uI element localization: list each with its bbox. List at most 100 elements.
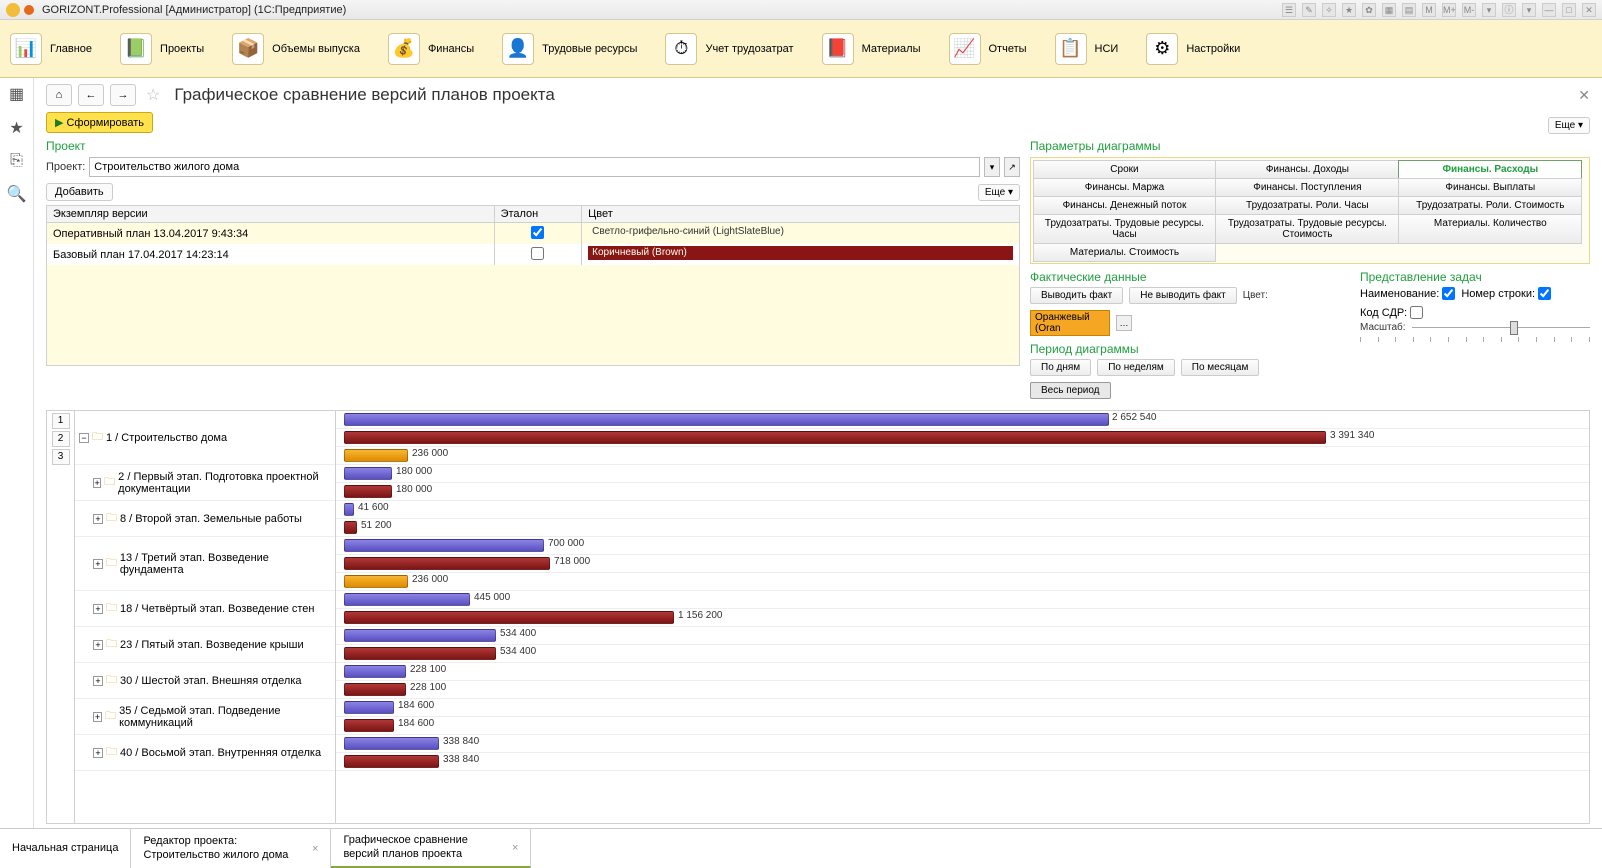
param-button[interactable]: Финансы. Доходы	[1215, 160, 1399, 179]
level-button[interactable]: 3	[52, 449, 70, 465]
expand-icon[interactable]: +	[93, 478, 101, 488]
toolbar-icon[interactable]: M+	[1442, 3, 1456, 17]
expand-icon[interactable]: +	[93, 514, 103, 524]
param-button[interactable]: Финансы. Выплаты	[1398, 178, 1582, 197]
repr-name-checkbox[interactable]	[1442, 287, 1455, 300]
task-row[interactable]: +🗀8 / Второй этап. Земельные работы	[75, 501, 335, 537]
show-fact-button[interactable]: Выводить факт	[1030, 287, 1123, 304]
toolbar-icon[interactable]: ▾	[1482, 3, 1496, 17]
repr-rownum-field[interactable]: Номер строки:	[1461, 287, 1551, 300]
ribbon-item[interactable]: 📋НСИ	[1055, 33, 1119, 65]
repr-rownum-checkbox[interactable]	[1538, 287, 1551, 300]
fact-color-value[interactable]: Оранжевый (Oran	[1030, 310, 1110, 336]
dropdown-icon[interactable]	[24, 5, 34, 15]
version-cell[interactable]: Базовый план 17.04.2017 14:23:14	[47, 244, 495, 265]
toolbar-icon[interactable]: ▦	[1382, 3, 1396, 17]
level-button[interactable]: 2	[52, 431, 70, 447]
task-row[interactable]: +🗀18 / Четвёртый этап. Возведение стен	[75, 591, 335, 627]
ribbon-item[interactable]: 📊Главное	[10, 33, 92, 65]
expand-icon[interactable]: +	[93, 748, 103, 758]
repr-code-field[interactable]: Код СДР:	[1360, 306, 1423, 319]
task-row[interactable]: +🗀35 / Седьмой этап. Подведение коммуник…	[75, 699, 335, 735]
task-row[interactable]: +🗀2 / Первый этап. Подготовка проектной …	[75, 465, 335, 501]
maximize-button[interactable]: □	[1562, 3, 1576, 17]
project-open-button[interactable]: ↗	[1004, 157, 1020, 177]
param-button[interactable]: Финансы. Поступления	[1215, 178, 1399, 197]
home-button[interactable]: ⌂	[46, 84, 72, 106]
task-row[interactable]: −🗀1 / Строительство дома	[75, 411, 335, 465]
param-button[interactable]: Трудозатраты. Трудовые ресурсы. Стоимост…	[1215, 214, 1399, 244]
ribbon-item[interactable]: 👤Трудовые ресурсы	[502, 33, 637, 65]
search-icon[interactable]: 🔍	[7, 184, 27, 204]
param-button[interactable]: Финансы. Денежный поток	[1033, 196, 1217, 215]
param-button[interactable]: Трудозатраты. Роли. Часы	[1215, 196, 1399, 215]
toolbar-icon[interactable]: ✿	[1362, 3, 1376, 17]
ribbon-item[interactable]: ⏱Учет трудозатрат	[665, 33, 793, 65]
task-row[interactable]: +🗀13 / Третий этап. Возведение фундамент…	[75, 537, 335, 591]
grid-icon[interactable]: ▦	[9, 84, 24, 104]
ribbon-item[interactable]: 📈Отчеты	[949, 33, 1027, 65]
expand-icon[interactable]: +	[93, 604, 103, 614]
toolbar-icon[interactable]: ✧	[1322, 3, 1336, 17]
ribbon-item[interactable]: 📦Объемы выпуска	[232, 33, 360, 65]
add-button[interactable]: Добавить	[46, 183, 113, 201]
col-color[interactable]: Цвет	[582, 206, 1020, 223]
expand-icon[interactable]: +	[93, 712, 102, 722]
toolbar-icon[interactable]: ▤	[1402, 3, 1416, 17]
minimize-button[interactable]: —	[1542, 3, 1556, 17]
toolbar-icon[interactable]: ✎	[1302, 3, 1316, 17]
forward-button[interactable]: →	[110, 84, 136, 106]
task-row[interactable]: +🗀30 / Шестой этап. Внешняя отделка	[75, 663, 335, 699]
clipboard-icon[interactable]: ⎘	[10, 152, 23, 170]
ribbon-item[interactable]: 💰Финансы	[388, 33, 474, 65]
repr-code-checkbox[interactable]	[1410, 306, 1423, 319]
bottom-tab[interactable]: Графическое сравнение версий планов прое…	[331, 829, 531, 868]
expand-icon[interactable]: +	[93, 676, 103, 686]
project-input[interactable]	[89, 157, 980, 177]
generate-button[interactable]: ▶ Сформировать	[46, 112, 153, 133]
close-page-button[interactable]: ✕	[1578, 87, 1590, 104]
param-button[interactable]: Материалы. Стоимость	[1033, 243, 1217, 262]
info-icon[interactable]: ⓘ	[1502, 3, 1516, 17]
task-row[interactable]: +🗀40 / Восьмой этап. Внутренняя отделка	[75, 735, 335, 771]
tab-close-icon[interactable]: ×	[312, 843, 318, 855]
period-button[interactable]: По месяцам	[1181, 359, 1260, 376]
period-button[interactable]: По неделям	[1097, 359, 1175, 376]
param-button[interactable]: Трудозатраты. Трудовые ресурсы. Часы	[1033, 214, 1217, 244]
more-button-top[interactable]: Еще ▾	[1548, 117, 1590, 134]
toolbar-icon[interactable]: ★	[1342, 3, 1356, 17]
col-etalon[interactable]: Эталон	[494, 206, 582, 223]
star-icon[interactable]: ★	[9, 118, 23, 138]
color-cell[interactable]: Светло-грифельно-синий (LightSlateBlue)	[582, 223, 1020, 245]
close-button[interactable]: ✕	[1582, 3, 1596, 17]
back-button[interactable]: ←	[78, 84, 104, 106]
etalon-checkbox[interactable]	[531, 247, 544, 260]
favorite-star-icon[interactable]: ☆	[146, 85, 160, 105]
version-cell[interactable]: Оперативный план 13.04.2017 9:43:34	[47, 223, 495, 245]
color-cell[interactable]: Коричневый (Brown)	[582, 244, 1020, 265]
expand-icon[interactable]: +	[93, 559, 103, 569]
period-button[interactable]: Весь период	[1030, 382, 1111, 399]
toolbar-icon[interactable]: ☰	[1282, 3, 1296, 17]
ribbon-item[interactable]: 📗Проекты	[120, 33, 204, 65]
level-button[interactable]: 1	[52, 413, 70, 429]
param-button[interactable]: Сроки	[1033, 160, 1217, 179]
toolbar-icon[interactable]: ▾	[1522, 3, 1536, 17]
project-dropdown-button[interactable]: ▾	[984, 157, 1000, 177]
scale-slider[interactable]	[1412, 323, 1590, 333]
fact-color-picker-button[interactable]: …	[1116, 315, 1132, 331]
param-button[interactable]: Трудозатраты. Роли. Стоимость	[1398, 196, 1582, 215]
repr-name-field[interactable]: Наименование:	[1360, 287, 1455, 300]
bottom-tab[interactable]: Начальная страница	[0, 829, 131, 868]
expand-icon[interactable]: +	[93, 640, 103, 650]
period-button[interactable]: По дням	[1030, 359, 1091, 376]
toolbar-icon[interactable]: M	[1422, 3, 1436, 17]
expand-icon[interactable]: −	[79, 433, 89, 443]
param-button[interactable]: Финансы. Расходы	[1398, 160, 1582, 179]
more-button-versions[interactable]: Еще ▾	[978, 184, 1020, 201]
ribbon-item[interactable]: 📕Материалы	[822, 33, 921, 65]
task-row[interactable]: +🗀23 / Пятый этап. Возведение крыши	[75, 627, 335, 663]
hide-fact-button[interactable]: Не выводить факт	[1129, 287, 1236, 304]
etalon-checkbox[interactable]	[531, 226, 544, 239]
col-version[interactable]: Экземпляр версии	[47, 206, 495, 223]
